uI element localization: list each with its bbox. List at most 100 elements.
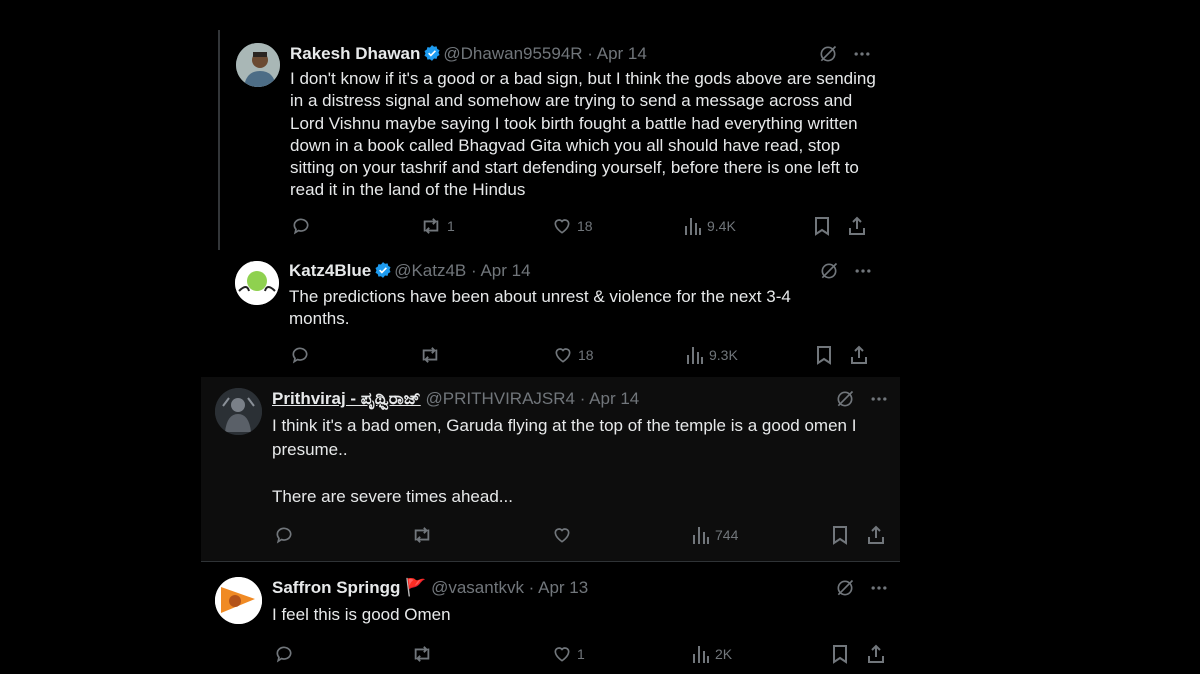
views-button[interactable]: 9.4K (684, 216, 736, 236)
reply-button[interactable] (291, 216, 311, 236)
repost-icon (414, 646, 430, 662)
more-options-icon[interactable] (853, 261, 873, 281)
repost-button[interactable] (411, 644, 438, 664)
separator: · (574, 389, 590, 408)
views-button[interactable]: 744 (692, 525, 738, 545)
bookmark-button[interactable] (813, 216, 831, 236)
grok-icon[interactable] (819, 261, 839, 281)
display-name[interactable]: Saffron Springg (272, 578, 400, 597)
bookmark-icon (817, 346, 831, 365)
views-chart-icon (693, 646, 709, 663)
post-header: Rakesh Dhawan @Dhawan95594R · Apr 14 (290, 44, 647, 64)
share-button[interactable] (866, 644, 886, 664)
share-button[interactable] (847, 216, 867, 236)
bookmark-button[interactable] (815, 345, 833, 365)
heart-icon (555, 348, 571, 363)
heart-icon (554, 219, 570, 234)
bookmark-icon (815, 217, 829, 236)
reply-icon (293, 218, 309, 235)
post-header: Saffron Springg 🚩 @vasantkvk · Apr 13 (272, 578, 588, 598)
verified-badge-icon (375, 262, 391, 278)
separator: · (466, 261, 481, 280)
post-date[interactable]: Apr 14 (589, 389, 639, 408)
display-name[interactable]: Rakesh Dhawan (290, 44, 420, 63)
post-top-icons (818, 44, 872, 64)
post-date[interactable]: Apr 13 (538, 578, 588, 597)
more-options-icon[interactable] (852, 44, 872, 64)
like-button[interactable]: 18 (553, 345, 594, 365)
user-handle[interactable]: @PRITHVIRAJSR4 (425, 389, 575, 408)
heart-icon (554, 528, 570, 543)
grok-icon[interactable] (835, 578, 855, 598)
share-icon (868, 525, 884, 544)
post-text: I feel this is good Omen (272, 605, 451, 624)
reply-button[interactable] (274, 525, 294, 545)
post-text: I don't know if it's a good or a bad sig… (290, 69, 881, 200)
share-icon (868, 644, 884, 663)
repost-count: 1 (447, 218, 455, 234)
share-icon (849, 216, 865, 235)
user-handle[interactable]: @Dhawan95594R (443, 44, 582, 63)
user-handle[interactable]: @vasantkvk (431, 578, 524, 597)
reply-divider (201, 561, 900, 562)
thread-connector-line (218, 30, 220, 250)
bookmark-button[interactable] (831, 525, 849, 545)
avatar[interactable] (215, 577, 262, 624)
post-top-icons (819, 261, 873, 281)
avatar[interactable] (235, 261, 279, 305)
views-chart-icon (685, 218, 701, 235)
repost-icon (422, 347, 438, 363)
reply-icon (276, 646, 292, 663)
share-button[interactable] (866, 525, 886, 545)
post-top-icons (835, 578, 889, 598)
display-name[interactable]: Katz4Blue (289, 261, 371, 280)
share-icon (851, 345, 867, 364)
verified-badge-icon (424, 45, 440, 61)
views-chart-icon (693, 527, 709, 544)
post-text: The predictions have been about unrest &… (289, 287, 796, 329)
grok-icon[interactable] (818, 44, 838, 64)
heart-icon (554, 647, 570, 662)
view-count: 9.4K (707, 218, 736, 234)
like-button[interactable] (552, 525, 577, 545)
repost-button[interactable] (411, 525, 438, 545)
display-name[interactable]: Prithviraj - ಪೃಥ್ವಿರಾಜ್ (272, 389, 421, 408)
like-button[interactable]: 18 (552, 216, 593, 236)
like-count: 1 (577, 646, 585, 662)
view-count: 9.3K (709, 347, 738, 363)
more-options-icon[interactable] (869, 578, 889, 598)
like-button[interactable]: 1 (552, 644, 585, 664)
views-button[interactable]: 2K (692, 644, 732, 664)
reply-button[interactable] (290, 345, 310, 365)
post-date[interactable]: Apr 14 (480, 261, 530, 280)
like-count: 18 (578, 347, 594, 363)
reply-icon (292, 347, 308, 364)
view-count: 744 (715, 527, 739, 543)
reply-button[interactable] (274, 644, 294, 664)
post-text: I think it's a bad omen, Garuda flying a… (272, 416, 857, 506)
reply-icon (276, 527, 292, 544)
repost-icon (423, 218, 439, 234)
views-chart-icon (687, 347, 703, 364)
share-button[interactable] (849, 345, 869, 365)
bookmark-icon (833, 526, 847, 545)
user-handle[interactable]: @Katz4B (394, 261, 466, 280)
grok-icon[interactable] (835, 389, 855, 409)
bookmark-icon (833, 645, 847, 664)
like-count: 18 (577, 218, 593, 234)
separator: · (523, 578, 539, 597)
repost-button[interactable]: 1 (420, 216, 455, 236)
avatar[interactable] (215, 388, 262, 435)
post-header: Katz4Blue @Katz4B · Apr 14 (289, 261, 531, 281)
separator: · (582, 44, 597, 63)
views-button[interactable]: 9.3K (686, 345, 738, 365)
more-options-icon[interactable] (869, 389, 889, 409)
bookmark-button[interactable] (831, 644, 849, 664)
repost-button[interactable] (419, 345, 446, 365)
repost-icon (414, 527, 430, 543)
view-count: 2K (715, 646, 733, 662)
post-header: Prithviraj - ಪೃಥ್ವಿರಾಜ್ @PRITHVIRAJSR4 ·… (272, 389, 639, 409)
avatar[interactable] (236, 43, 280, 87)
post-top-icons (835, 389, 889, 409)
post-date[interactable]: Apr 14 (597, 44, 647, 63)
